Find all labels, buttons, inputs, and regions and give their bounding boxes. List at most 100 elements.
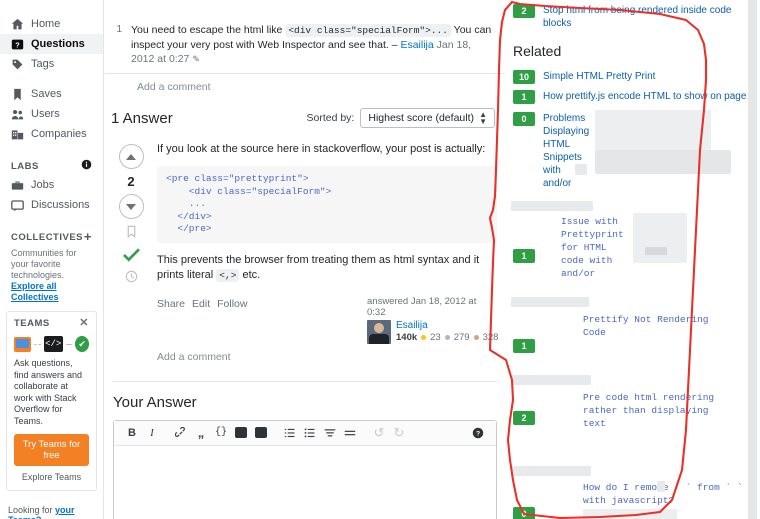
sidebar-item-saves[interactable]: Saves bbox=[0, 84, 103, 104]
dash-divider bbox=[34, 343, 41, 345]
score-badge: 0 bbox=[513, 507, 535, 519]
placeholder-block bbox=[511, 466, 591, 476]
vote-column: 2 bbox=[113, 140, 149, 372]
post-actions: Share Edit Follow bbox=[157, 296, 247, 310]
arrow-up-icon bbox=[126, 153, 136, 160]
quote-icon[interactable]: „ bbox=[191, 423, 211, 443]
related-item[interactable]: 0 Problems Displaying HTML Snippets with… bbox=[505, 107, 760, 193]
scrollbar-thumb[interactable] bbox=[748, 0, 757, 519]
page-scrollbar[interactable] bbox=[746, 0, 760, 519]
related-item[interactable]: 1 How prettify.js encode HTML to show on… bbox=[505, 87, 760, 107]
related-link[interactable]: Simple HTML Pretty Print bbox=[543, 70, 655, 83]
bold-icon[interactable]: B bbox=[122, 423, 142, 443]
history-icon[interactable] bbox=[125, 270, 138, 286]
sidebar-item-users[interactable]: Users bbox=[0, 104, 103, 124]
collectives-section-header: COLLECTIVES + bbox=[0, 228, 103, 246]
answer-textarea[interactable] bbox=[114, 445, 496, 519]
linked-question-link[interactable]: Stop html from being rendered inside cod… bbox=[543, 4, 750, 30]
related-item[interactable]: 1 Issue with Prettyprint for HTML code w… bbox=[505, 213, 760, 287]
answered-timestamp: answered Jan 18, 2012 at 0:32 bbox=[367, 295, 477, 318]
sidebar-item-questions[interactable]: ? Questions bbox=[0, 34, 103, 54]
sidebar-item-discussions[interactable]: Discussions bbox=[0, 195, 103, 215]
silver-badge-count: 279 bbox=[453, 331, 470, 343]
bookmark-icon bbox=[11, 88, 24, 101]
related-item[interactable]: Prettify Not Rendering Code 1 bbox=[505, 313, 760, 365]
answer-code-block: <pre class="prettyprint"> <div class="sp… bbox=[157, 166, 497, 243]
share-link[interactable]: Share bbox=[157, 298, 185, 310]
svg-text:?: ? bbox=[15, 40, 20, 49]
explore-teams-link[interactable]: Explore Teams bbox=[14, 472, 89, 482]
reputation-score: 140k bbox=[396, 331, 418, 343]
answer-p2-after: etc. bbox=[239, 268, 261, 281]
pencil-icon[interactable]: ✎ bbox=[192, 54, 200, 64]
score-badge: 2 bbox=[513, 4, 535, 18]
avatar[interactable] bbox=[367, 319, 391, 344]
edit-link[interactable]: Edit bbox=[192, 298, 210, 310]
placeholder-block bbox=[583, 509, 677, 519]
plus-icon[interactable]: + bbox=[84, 230, 92, 243]
add-comment-link[interactable]: Add a comment bbox=[157, 344, 497, 372]
italic-icon[interactable]: I bbox=[142, 423, 162, 443]
related-link[interactable]: Pre code html rendering rather than disp… bbox=[583, 391, 729, 430]
collectives-label: COLLECTIVES bbox=[11, 231, 84, 243]
bronze-badge-count: 328 bbox=[482, 331, 499, 343]
rule-icon[interactable] bbox=[340, 423, 360, 443]
code-icon[interactable]: {} bbox=[211, 423, 231, 443]
check-circle-icon: ✔ bbox=[75, 336, 90, 352]
add-comment-link[interactable]: Add a comment bbox=[105, 74, 505, 102]
answer-count-heading: 1 Answer bbox=[111, 109, 173, 127]
code-block-icon[interactable] bbox=[251, 423, 271, 443]
info-icon[interactable] bbox=[81, 159, 92, 173]
upvote-button[interactable] bbox=[118, 144, 144, 169]
code-icon: </> bbox=[43, 336, 63, 352]
answer-paragraph-1: If you look at the source here in stacko… bbox=[157, 143, 486, 155]
teams-blurb: Ask questions, find answers and collabor… bbox=[14, 358, 83, 426]
close-icon[interactable]: ✕ bbox=[79, 318, 89, 329]
sidebar-item-jobs[interactable]: Jobs bbox=[0, 175, 103, 195]
sidebar-item-tags[interactable]: Tags bbox=[0, 54, 103, 74]
bookmark-icon[interactable] bbox=[125, 224, 138, 242]
teams-promo-card: TEAMS ✕ </> ✔ Ask questions, find answer… bbox=[6, 311, 97, 491]
help-icon[interactable]: ? bbox=[468, 423, 488, 443]
bullet-list-icon[interactable] bbox=[300, 423, 320, 443]
related-link[interactable]: Prettify Not Rendering Code bbox=[583, 313, 733, 339]
heading-icon[interactable] bbox=[320, 423, 340, 443]
related-item[interactable]: Pre code html rendering rather than disp… bbox=[505, 391, 760, 457]
sidebar-item-label: Tags bbox=[31, 58, 55, 70]
undo-icon[interactable]: ↺ bbox=[369, 423, 389, 443]
ordered-list-icon[interactable] bbox=[280, 423, 300, 443]
redo-icon[interactable]: ↻ bbox=[389, 423, 409, 443]
image-icon[interactable] bbox=[231, 423, 251, 443]
linked-question-item[interactable]: 2 Stop html from being rendered inside c… bbox=[505, 0, 760, 33]
tag-icon bbox=[11, 58, 24, 71]
sort-control: Sorted by: Highest score (default) ▲ ▼ bbox=[306, 108, 495, 128]
related-link[interactable]: Issue with Prettyprint for HTML code wit… bbox=[561, 215, 631, 280]
gold-badge-icon bbox=[421, 335, 427, 340]
main-content: 1 You need to escape the html like <div … bbox=[105, 0, 505, 519]
placeholder-block bbox=[511, 375, 591, 385]
collectives-blurb: Communities for your favorite technologi… bbox=[0, 246, 103, 303]
sort-select[interactable]: Highest score (default) ▲ ▼ bbox=[360, 108, 495, 128]
user-name-link[interactable]: Esailija bbox=[396, 320, 498, 332]
related-item[interactable]: 10 Simple HTML Pretty Print bbox=[505, 67, 760, 87]
placeholder-block bbox=[511, 201, 593, 211]
link-icon[interactable] bbox=[171, 423, 191, 443]
editor-toolbar: B I „ {} ↺ ↻ ? bbox=[114, 420, 496, 446]
follow-link[interactable]: Follow bbox=[217, 298, 247, 310]
score-badge: 2 bbox=[513, 411, 535, 425]
answer-p2-inline-code: <,> bbox=[216, 268, 240, 282]
chat-icon bbox=[14, 336, 32, 352]
related-link[interactable]: Problems Displaying HTML Snippets with a… bbox=[543, 112, 589, 190]
sidebar-item-label: Jobs bbox=[31, 179, 55, 191]
explore-collectives-link[interactable]: Explore all Collectives bbox=[11, 281, 59, 302]
comment-row: 1 You need to escape the html like <div … bbox=[105, 18, 505, 74]
sidebar-item-companies[interactable]: Companies bbox=[0, 124, 103, 144]
svg-text:?: ? bbox=[476, 430, 480, 437]
try-teams-button[interactable]: Try Teams for free bbox=[14, 434, 89, 466]
related-link[interactable]: How prettify.js encode HTML to show on p… bbox=[543, 90, 746, 103]
related-item[interactable]: How do I remove ` ` from ` ` with javasc… bbox=[505, 481, 760, 519]
downvote-button[interactable] bbox=[118, 194, 144, 219]
comment-author-link[interactable]: Esailija bbox=[400, 39, 433, 51]
related-link[interactable]: How do I remove ` ` from ` ` with javasc… bbox=[583, 481, 753, 507]
sidebar-item-home[interactable]: Home bbox=[0, 14, 103, 34]
